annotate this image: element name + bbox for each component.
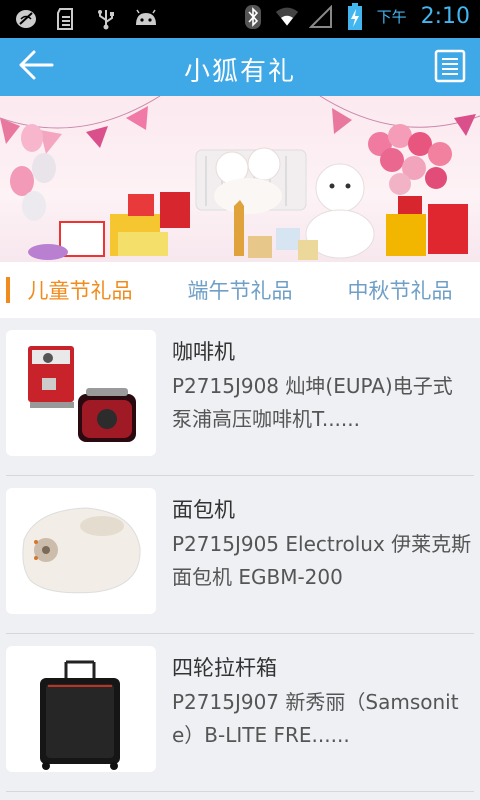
tab-label: 中秋节礼品 bbox=[347, 279, 453, 303]
sd-card-icon bbox=[54, 7, 78, 31]
list-item[interactable]: 面包机 P2715J905 Electrolux 伊莱克斯 面包机 EGBM-2… bbox=[6, 476, 474, 634]
usb-icon bbox=[94, 7, 118, 31]
category-tabs: 儿童节礼品 端午节礼品 中秋节礼品 bbox=[0, 262, 480, 318]
tab-mid-autumn[interactable]: 中秋节礼品 bbox=[320, 262, 480, 318]
list-item[interactable]: 咖啡机 P2715J908 灿坤(EUPA)电子式泵浦高压咖啡机T...... bbox=[6, 318, 474, 476]
product-description: P2715J907 新秀丽（Samsonite）B-LITE FRE...... bbox=[172, 690, 459, 747]
title-bar: 小狐有礼 bbox=[0, 38, 480, 96]
gift-party-illustration bbox=[0, 96, 480, 260]
status-bar: 下午 2:10 bbox=[0, 0, 480, 38]
menu-button[interactable] bbox=[434, 49, 466, 83]
wifi-icon bbox=[275, 5, 299, 29]
product-description: P2715J905 Electrolux 伊莱克斯 面包机 EGBM-200 bbox=[172, 532, 472, 589]
list-document-icon bbox=[434, 49, 466, 87]
tab-label: 端午节礼品 bbox=[187, 279, 293, 303]
android-icon bbox=[134, 7, 158, 31]
product-image bbox=[6, 488, 156, 614]
bluetooth-icon bbox=[241, 4, 265, 29]
status-time: 2:10 bbox=[420, 4, 470, 29]
product-image bbox=[6, 646, 156, 772]
product-list: 咖啡机 P2715J908 灿坤(EUPA)电子式泵浦高压咖啡机T...... … bbox=[0, 318, 480, 792]
status-ampm: 下午 bbox=[376, 8, 407, 26]
tab-childrens-day[interactable]: 儿童节礼品 bbox=[0, 262, 160, 318]
product-name: 面包机 bbox=[172, 498, 235, 522]
product-name: 咖啡机 bbox=[172, 340, 235, 364]
page-title: 小狐有礼 bbox=[183, 57, 296, 87]
coffee-machine-image bbox=[28, 346, 136, 442]
bread-maker-image bbox=[22, 507, 141, 594]
product-description: P2715J908 灿坤(EUPA)电子式泵浦高压咖啡机T...... bbox=[172, 374, 453, 431]
list-item[interactable]: 四轮拉杆箱 P2715J907 新秀丽（Samsonite）B-LITE FRE… bbox=[6, 634, 474, 792]
promo-banner[interactable] bbox=[0, 96, 480, 262]
battery-charging-icon bbox=[343, 2, 367, 30]
trolley-suitcase-image bbox=[40, 660, 120, 770]
product-name: 四轮拉杆箱 bbox=[172, 656, 277, 680]
tab-dragon-boat[interactable]: 端午节礼品 bbox=[160, 262, 320, 318]
signal-icon bbox=[308, 4, 333, 29]
product-image bbox=[6, 330, 156, 456]
tab-label: 儿童节礼品 bbox=[27, 279, 133, 303]
sms-blocked-icon bbox=[14, 7, 38, 31]
